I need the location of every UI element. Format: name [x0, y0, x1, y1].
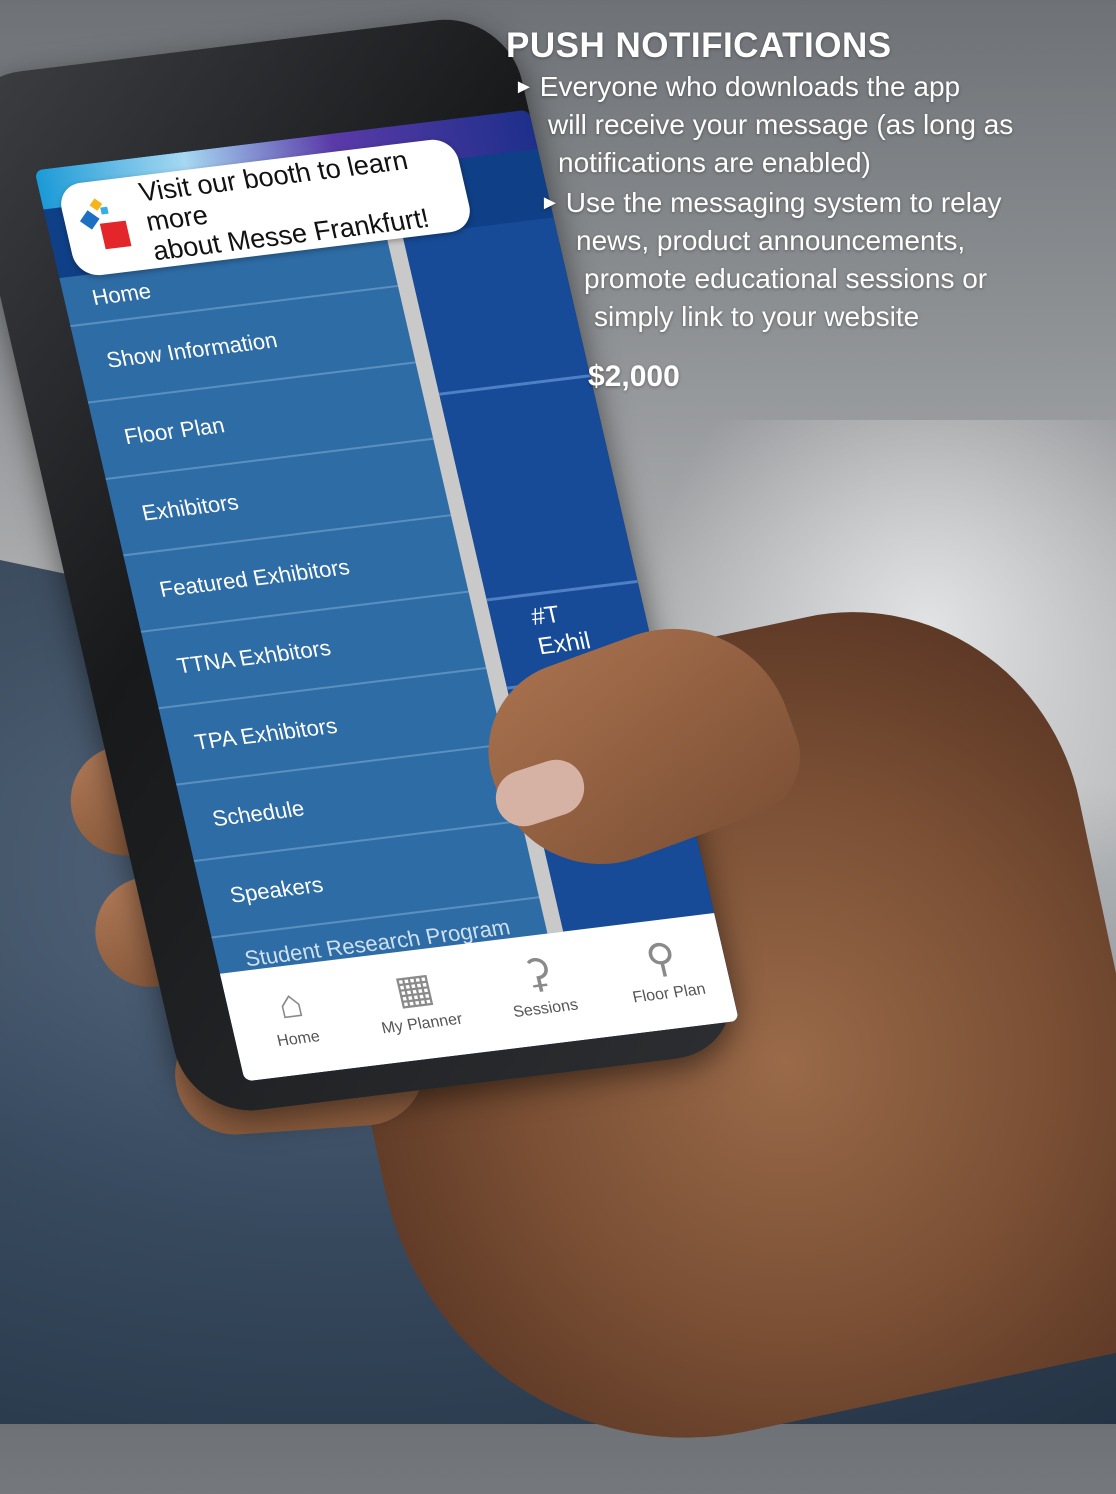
menu-item-label: TPA Exhibitors	[192, 712, 340, 755]
menu-item-label: Floor Plan	[121, 412, 227, 450]
tab-home[interactable]: ⌂ Home	[231, 975, 356, 1055]
menu-item-label: Home	[89, 278, 154, 310]
triangle-bullet-icon: ►	[514, 76, 534, 98]
menu-item-label: Exhibitors	[139, 489, 241, 526]
tab-label: Floor Plan	[631, 980, 708, 1007]
headline: PUSH NOTIFICATIONS	[506, 26, 892, 65]
menu-item-label: Show Information	[104, 327, 280, 373]
bullet-line: promote educational sessions or	[584, 263, 988, 294]
map-pin-icon: ⚲	[641, 935, 681, 983]
bullet-messaging: ► Use the messaging system to relay news,…	[540, 184, 1002, 336]
menu-item-label: Featured Exhibitors	[156, 554, 352, 602]
microphone-icon: ⚳	[518, 950, 558, 998]
tab-sessions[interactable]: ⚳ Sessions	[478, 945, 603, 1025]
bullet-everyone: ► Everyone who downloads the app will rec…	[514, 68, 1013, 182]
tab-floor-plan[interactable]: ⚲ Floor Plan	[601, 930, 726, 1010]
tab-label: Sessions	[511, 996, 580, 1022]
home-icon: ⌂	[273, 981, 308, 1028]
menu-item-label: Speakers	[227, 871, 326, 908]
menu-item-label: TTNA Exhbitors	[174, 635, 334, 679]
price-label: $2,000	[588, 360, 680, 393]
tile-divider	[438, 374, 591, 396]
bullet-line: notifications are enabled)	[558, 147, 871, 178]
bullet-line: news, product announcements,	[576, 225, 966, 256]
tab-label: My Planner	[379, 1010, 465, 1038]
calendar-icon: ▦	[390, 965, 438, 1014]
menu-item-label: Schedule	[209, 795, 307, 832]
bullet-line: ► Everyone who downloads the app	[514, 71, 961, 102]
tab-my-planner[interactable]: ▦ My Planner	[354, 960, 479, 1040]
bullet-line: ► Use the messaging system to relay	[540, 187, 1002, 218]
bullet-line: will receive your message (as long as	[548, 109, 1014, 140]
tab-label: Home	[275, 1028, 322, 1051]
messe-frankfurt-logo	[76, 194, 139, 259]
bullet-line: simply link to your website	[594, 301, 920, 332]
triangle-bullet-icon: ►	[540, 192, 560, 214]
